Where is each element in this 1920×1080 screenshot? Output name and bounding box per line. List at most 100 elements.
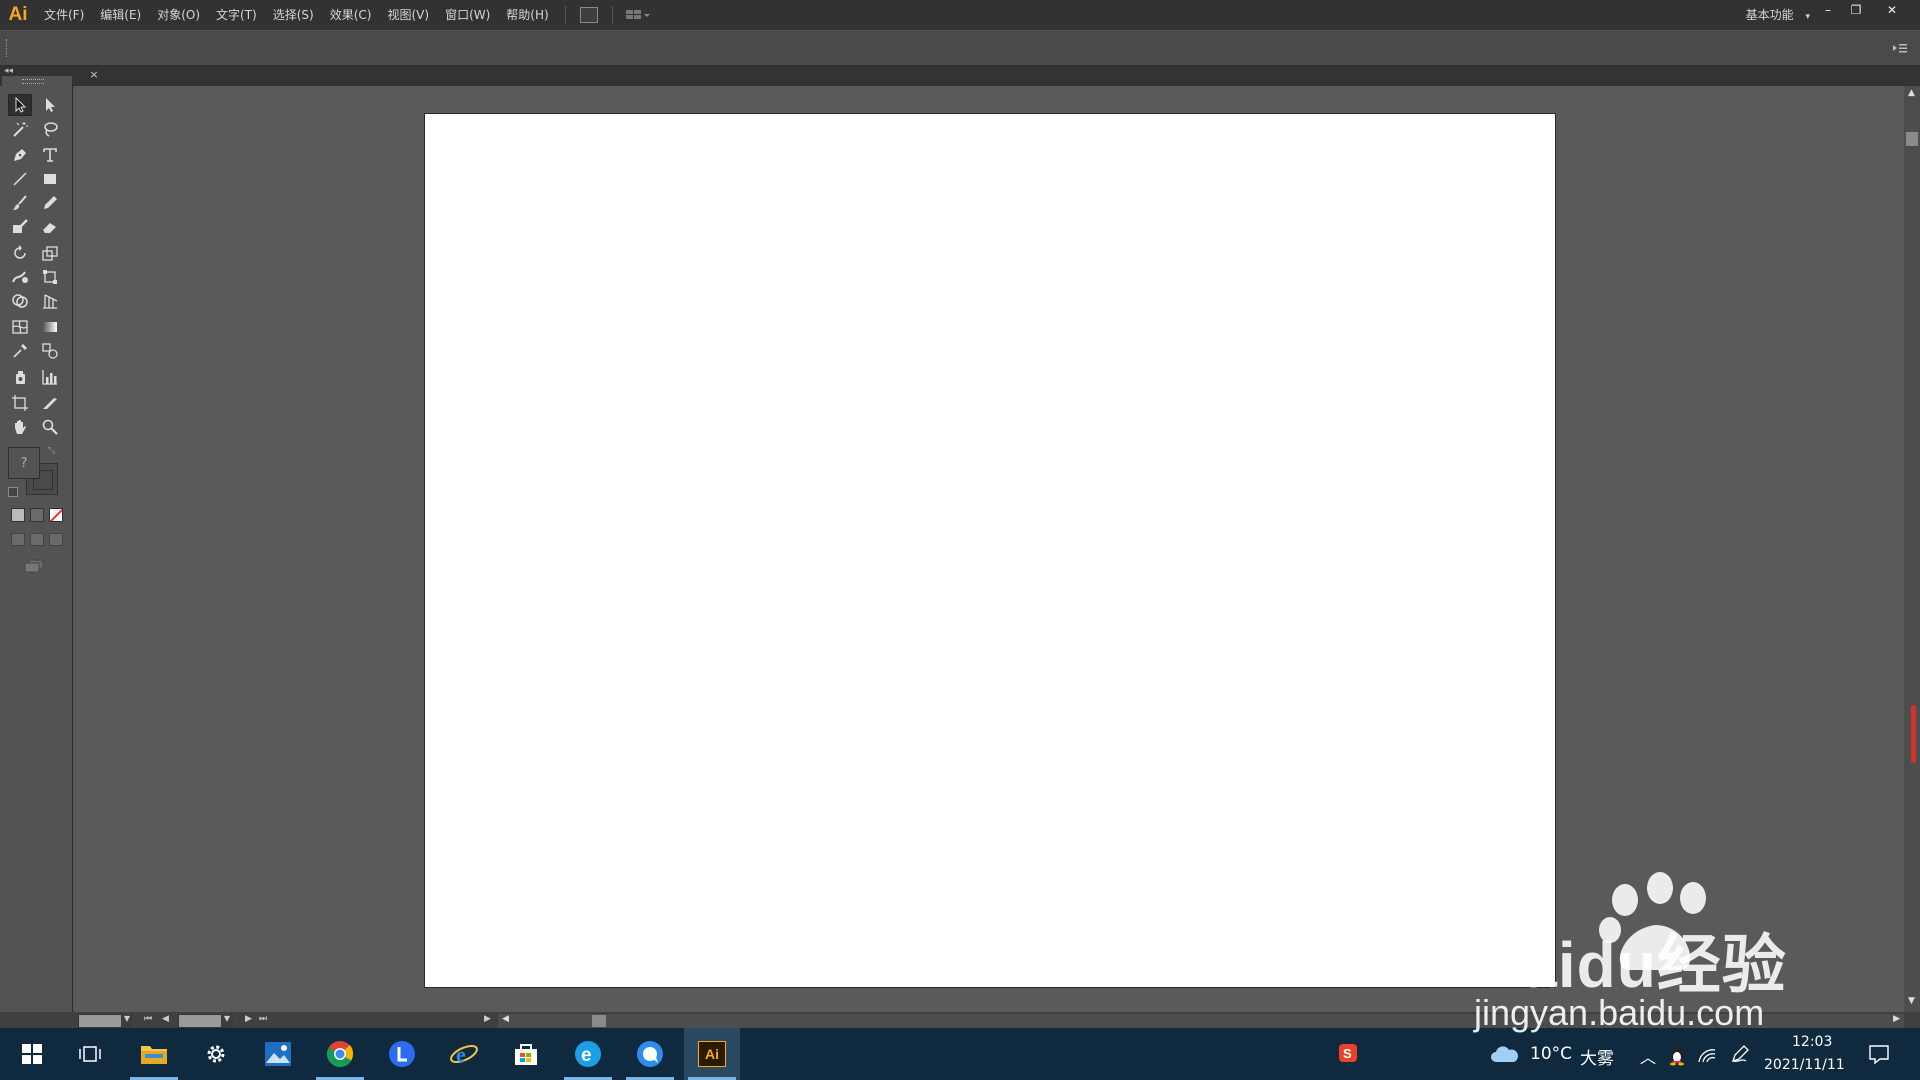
task-view-button[interactable] [62, 1028, 118, 1080]
eyedropper-tool[interactable] [8, 340, 32, 362]
none-mode-button[interactable] [49, 508, 63, 522]
lasso-tool[interactable] [38, 118, 62, 140]
draw-inside-icon[interactable] [49, 533, 63, 546]
menu-effect[interactable]: 效果(C) [322, 0, 380, 30]
taskbar-360-browser[interactable]: e [560, 1028, 616, 1080]
menu-view[interactable]: 视图(V) [379, 0, 437, 30]
weather-description[interactable]: 大雾 [1580, 1044, 1614, 1069]
close-button[interactable]: ✕ [1880, 2, 1904, 18]
magic-wand-tool[interactable] [8, 118, 32, 140]
start-button[interactable] [4, 1028, 60, 1080]
symbol-sprayer-tool[interactable] [8, 366, 32, 388]
vertical-scroll-thumb[interactable] [1906, 132, 1918, 146]
slice-tool[interactable] [38, 392, 62, 414]
menu-select[interactable]: 选择(S) [265, 0, 322, 30]
menu-window[interactable]: 窗口(W) [437, 0, 498, 30]
draw-behind-icon[interactable] [30, 533, 44, 546]
weather-temperature[interactable]: 10°C [1530, 1044, 1572, 1064]
artboard-dropdown-icon[interactable]: ▼ [221, 1014, 233, 1028]
sogou-input-icon[interactable]: S [1338, 1043, 1358, 1063]
baidu-watermark: Baidu经验 jingyan.baidu.com [1470, 870, 1920, 1033]
pen-workspace-icon[interactable] [1730, 1044, 1750, 1064]
free-transform-tool[interactable] [38, 266, 62, 288]
restore-button[interactable]: ❐ [1844, 2, 1868, 18]
wifi-icon[interactable] [1697, 1046, 1717, 1064]
line-segment-tool[interactable] [8, 168, 32, 190]
last-artboard-icon[interactable]: ⏭ [259, 1014, 267, 1024]
taskbar-settings[interactable] [188, 1028, 244, 1080]
swap-fill-stroke-icon[interactable]: ⤡ [48, 446, 55, 456]
workspace-switcher[interactable]: 基本功能 ▾ [1746, 0, 1810, 30]
pen-tool[interactable] [8, 144, 32, 166]
scale-tool[interactable] [38, 242, 62, 264]
menu-file[interactable]: 文件(F) [36, 0, 92, 30]
blend-tool[interactable] [38, 340, 62, 362]
screen-mode-icon[interactable] [24, 558, 44, 573]
scroll-left-arrow-icon[interactable]: ◀ [502, 1014, 509, 1024]
notification-center-icon[interactable] [1868, 1044, 1890, 1065]
artboard[interactable] [424, 113, 1556, 988]
artboard-tool[interactable] [8, 392, 32, 414]
minimize-button[interactable]: – [1816, 2, 1840, 18]
tray-expand-chevron-icon[interactable]: ︿ [1640, 1044, 1656, 1068]
blob-brush-tool[interactable] [8, 216, 32, 238]
color-mode-button[interactable] [11, 508, 25, 522]
first-artboard-icon[interactable]: ⏮ [144, 1014, 152, 1024]
clock-time[interactable]: 12:03 [1792, 1034, 1832, 1050]
zoom-dropdown-icon[interactable]: ▼ [121, 1014, 133, 1028]
scroll-up-arrow-icon[interactable]: ▲ [1908, 88, 1915, 98]
taskbar-illustrator[interactable]: Ai [684, 1028, 740, 1080]
zoom-field[interactable] [78, 1014, 122, 1028]
bridge-icon[interactable] [579, 7, 598, 23]
shape-builder-tool[interactable] [8, 290, 32, 312]
tools-panel-grip[interactable] [22, 79, 44, 84]
weather-cloud-icon[interactable] [1490, 1044, 1520, 1064]
taskbar-file-explorer[interactable] [126, 1028, 182, 1080]
prev-artboard-icon[interactable]: ◀ [162, 1014, 169, 1024]
status-menu-arrow-icon[interactable]: ▶ [484, 1014, 491, 1024]
menu-edit[interactable]: 编辑(E) [92, 0, 149, 30]
artboard-number-field[interactable] [178, 1014, 222, 1028]
eraser-tool[interactable] [38, 216, 62, 238]
rectangle-tool[interactable] [38, 168, 62, 190]
clock-date[interactable]: 2021/11/11 [1764, 1057, 1845, 1073]
pencil-tool[interactable] [38, 192, 62, 214]
perspective-grid-tool[interactable] [38, 290, 62, 312]
warp-tool[interactable] [8, 266, 32, 288]
menu-type[interactable]: 文字(T) [208, 0, 265, 30]
app-logo: Ai [8, 4, 28, 25]
menu-separator [564, 6, 566, 24]
column-graph-tool[interactable] [38, 366, 62, 388]
paintbrush-tool[interactable] [8, 192, 32, 214]
document-close-button[interactable]: × [86, 67, 102, 83]
direct-selection-tool[interactable] [38, 94, 62, 116]
default-fill-stroke-icon[interactable] [8, 487, 18, 497]
fill-swatch[interactable]: ? [8, 447, 40, 479]
type-tool[interactable] [38, 144, 62, 166]
taskbar-store[interactable] [498, 1028, 554, 1080]
collapse-panels-icon[interactable]: ◂◂ [4, 66, 13, 76]
taskbar-photos[interactable] [250, 1028, 306, 1080]
taskbar-chrome[interactable] [312, 1028, 368, 1080]
gradient-mode-button[interactable] [30, 508, 44, 522]
horizontal-scroll-thumb[interactable] [592, 1015, 606, 1027]
draw-normal-icon[interactable] [11, 533, 25, 546]
taskbar-chat-app[interactable] [622, 1028, 678, 1080]
menu-help[interactable]: 帮助(H) [498, 0, 556, 30]
selection-tool[interactable] [8, 94, 32, 116]
rotate-tool[interactable] [8, 242, 32, 264]
arrange-documents-icon[interactable] [625, 8, 651, 22]
mesh-tool[interactable] [8, 316, 32, 338]
taskbar-internet-explorer[interactable]: e [436, 1028, 492, 1080]
hand-tool[interactable] [8, 416, 32, 438]
qq-penguin-icon[interactable] [1668, 1044, 1686, 1066]
menu-object[interactable]: 对象(O) [149, 0, 208, 30]
taskbar-l-app[interactable] [374, 1028, 430, 1080]
scale-icon [42, 246, 58, 261]
gradient-tool[interactable] [38, 316, 62, 338]
next-artboard-icon[interactable]: ▶ [245, 1014, 252, 1024]
panel-menu-icon[interactable] [1892, 40, 1908, 54]
zoom-tool[interactable] [38, 416, 62, 438]
control-bar-grip[interactable] [6, 39, 9, 57]
browser-e-icon: e [575, 1041, 601, 1067]
